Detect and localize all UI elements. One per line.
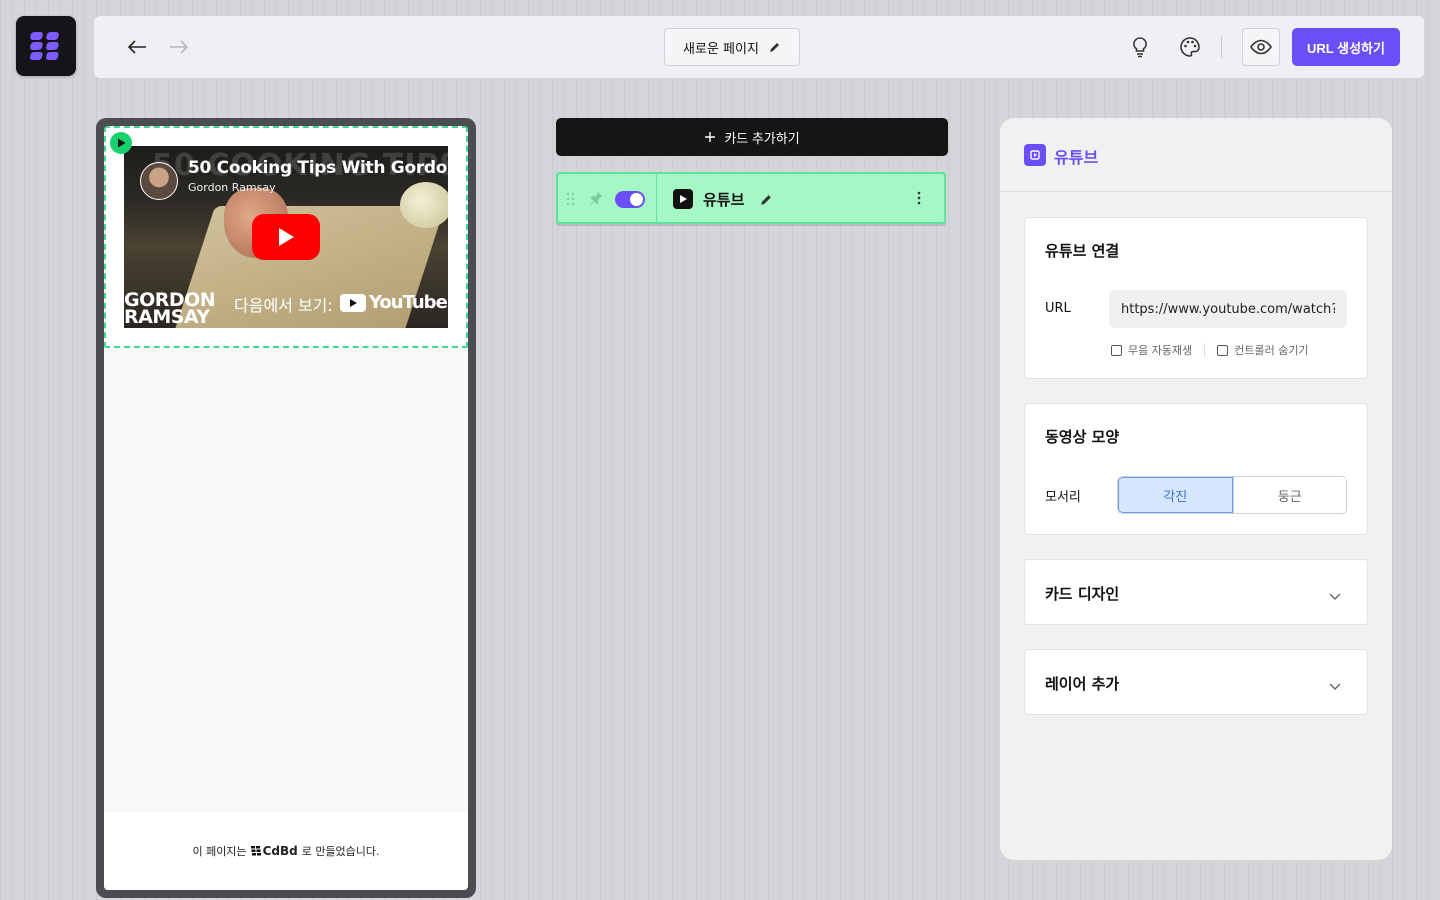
video-shape-section: 동영상 모양 모서리 각진 둥근 <box>1024 403 1368 535</box>
checkbox-box <box>1217 344 1229 356</box>
pencil-icon <box>769 43 779 52</box>
footer-brand[interactable]: CdBd <box>250 844 298 858</box>
footer-prefix: 이 페이지는 <box>192 845 247 858</box>
card-more-button[interactable] <box>916 189 922 211</box>
video-title[interactable]: 50 Cooking Tips With Gordon R <box>188 158 448 178</box>
youtube-url-input[interactable] <box>1109 290 1347 328</box>
panel-header: 유튜브 <box>1000 118 1392 192</box>
panel-title: 유튜브 <box>1054 148 1099 167</box>
watch-on-label[interactable]: 다음에서 보기: <box>234 292 333 316</box>
phone-screen: 50 COOKING TIPS 50 Cooking Tips With Gor… <box>104 126 468 890</box>
rename-card-button[interactable] <box>760 191 773 210</box>
pencil-icon <box>761 195 771 205</box>
option-divider <box>1204 343 1206 357</box>
section-title: 동영상 모양 <box>1045 428 1120 446</box>
hide-controls-checkbox[interactable]: 컨트롤러 숨기기 <box>1217 342 1309 358</box>
tips-button[interactable] <box>1127 34 1153 60</box>
channel-avatar[interactable] <box>140 162 178 200</box>
section-title: 레이어 추가 <box>1045 675 1120 693</box>
page-title-field[interactable]: 새로운 페이지 <box>664 28 800 66</box>
preview-button[interactable] <box>1242 28 1280 66</box>
back-button[interactable] <box>124 34 150 60</box>
plus-icon <box>705 132 716 142</box>
url-label: URL <box>1045 301 1071 316</box>
app-logo[interactable] <box>16 16 76 76</box>
arrow-left-icon <box>127 40 146 54</box>
youtube-card-preview[interactable]: 50 COOKING TIPS 50 Cooking Tips With Gor… <box>104 126 468 348</box>
corner-shape-selector: 각진 둥근 <box>1117 476 1347 514</box>
section-title: 카드 디자인 <box>1045 585 1120 603</box>
card-item-controls <box>558 174 657 222</box>
footer-suffix: 로 만들었습니다. <box>301 845 380 858</box>
generate-url-button[interactable]: URL 생성하기 <box>1292 28 1400 66</box>
eye-icon <box>1250 39 1272 55</box>
card-item-label: 유튜브 <box>703 191 745 209</box>
youtube-play-button[interactable] <box>252 214 320 260</box>
onion-image <box>400 182 448 228</box>
youtube-video-embed[interactable]: 50 COOKING TIPS 50 Cooking Tips With Gor… <box>124 146 448 328</box>
top-toolbar: 새로운 페이지 URL 생성하기 <box>94 16 1424 78</box>
card-list-item-youtube[interactable]: 유튜브 <box>556 172 946 224</box>
palette-icon <box>1180 37 1200 57</box>
checkbox-box <box>1111 344 1122 356</box>
card-visibility-toggle[interactable] <box>615 191 645 208</box>
page-footer: 이 페이지는 CdBd 로 만들었습니다. <box>104 812 468 890</box>
youtube-icon <box>1024 144 1046 166</box>
phone-preview: 50 COOKING TIPS 50 Cooking Tips With Gor… <box>96 118 476 898</box>
settings-panel: 유튜브 유튜브 연결 URL 무음 자동재생 컨트롤러 숨기기 동영상 모양 모… <box>1000 118 1392 860</box>
youtube-connect-section: 유튜브 연결 URL 무음 자동재생 컨트롤러 숨기기 <box>1024 217 1368 379</box>
youtube-logo[interactable]: YouTube <box>340 292 448 313</box>
pin-icon[interactable] <box>588 190 604 210</box>
grid-logo-icon <box>29 32 59 60</box>
youtube-icon <box>673 189 693 209</box>
corner-rounded-option[interactable]: 둥근 <box>1232 477 1346 513</box>
video-options: 무음 자동재생 컨트롤러 숨기기 <box>1111 342 1309 358</box>
play-icon <box>279 228 294 246</box>
grid-logo-icon <box>250 846 261 856</box>
autoplay-checkbox[interactable]: 무음 자동재생 <box>1111 342 1192 358</box>
gordon-ramsay-brand: GORDON RAMSAY <box>124 289 216 328</box>
add-card-button[interactable]: 카드 추가하기 <box>556 118 948 156</box>
chevron-down-icon[interactable] <box>1329 586 1341 605</box>
theme-button[interactable] <box>1177 34 1203 60</box>
card-design-section[interactable]: 카드 디자인 <box>1024 559 1368 625</box>
arrow-right-icon <box>170 40 189 54</box>
toolbar-divider <box>1221 36 1222 58</box>
youtube-icon <box>340 293 366 312</box>
section-title: 유튜브 연결 <box>1045 242 1120 260</box>
corner-label: 모서리 <box>1045 490 1081 505</box>
lightbulb-icon <box>1133 37 1147 58</box>
drag-handle-icon[interactable] <box>566 191 576 210</box>
page-title: 새로운 페이지 <box>683 41 759 57</box>
add-layer-section[interactable]: 레이어 추가 <box>1024 649 1368 715</box>
chevron-down-icon[interactable] <box>1329 676 1341 695</box>
corner-square-option[interactable]: 각진 <box>1118 477 1233 513</box>
selected-card-marker-icon <box>110 132 132 154</box>
more-vertical-icon <box>917 191 921 205</box>
video-channel[interactable]: Gordon Ramsay <box>188 181 276 194</box>
forward-button[interactable] <box>166 34 192 60</box>
